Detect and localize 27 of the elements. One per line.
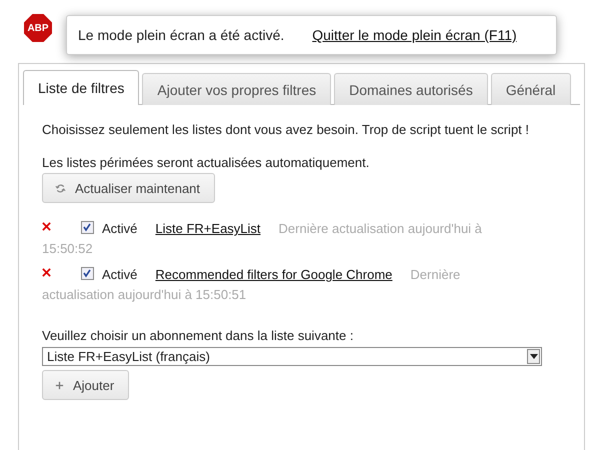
last-update-text: Dernière [410, 267, 460, 282]
remove-icon[interactable] [42, 268, 51, 277]
enabled-label: Activé [102, 267, 138, 282]
tab[interactable]: Général [490, 73, 571, 105]
last-update-text: 15:50:52 [42, 241, 93, 256]
tab[interactable]: Ajouter vos propres filtres [142, 73, 332, 105]
checkbox[interactable] [81, 267, 94, 280]
checkbox[interactable] [81, 221, 94, 234]
remove-icon[interactable] [42, 222, 51, 231]
refresh-icon [55, 182, 66, 194]
subscription-link[interactable]: Recommended filters for Google Chrome [155, 267, 392, 282]
plus-icon [55, 380, 64, 390]
tab[interactable]: Liste de filtres [23, 70, 140, 105]
exit-fullscreen-link[interactable]: Quitter le mode plein écran (F11) [312, 27, 517, 43]
subscription-select[interactable]: Liste FR+EasyList (français) [42, 347, 542, 366]
subscription-link[interactable]: Liste FR+EasyList [155, 221, 261, 236]
logo: ABP [22, 12, 54, 44]
intro-text: Choisissez seulement les listes dont vous avez besoin. Trop de script tuent le script ! [42, 121, 530, 138]
last-update-text: Dernière actualisation aujourd'hui à [278, 221, 482, 236]
auto-update-note: Les listes périmées seront actualisées automatiquement. [42, 154, 370, 171]
update-button[interactable]: Actualiser maintenant [42, 173, 216, 203]
choose-label: Veuillez choisir un abonnement dans la liste suivante : [42, 327, 354, 344]
tab[interactable]: Domaines autorisés [334, 73, 488, 105]
add-button[interactable]: Ajouter [42, 370, 130, 400]
enabled-label: Activé [102, 221, 138, 236]
notification-message: Le mode plein écran a été activé. [78, 27, 284, 43]
last-update-text: actualisation aujourd'hui à 15:50:51 [42, 287, 246, 302]
